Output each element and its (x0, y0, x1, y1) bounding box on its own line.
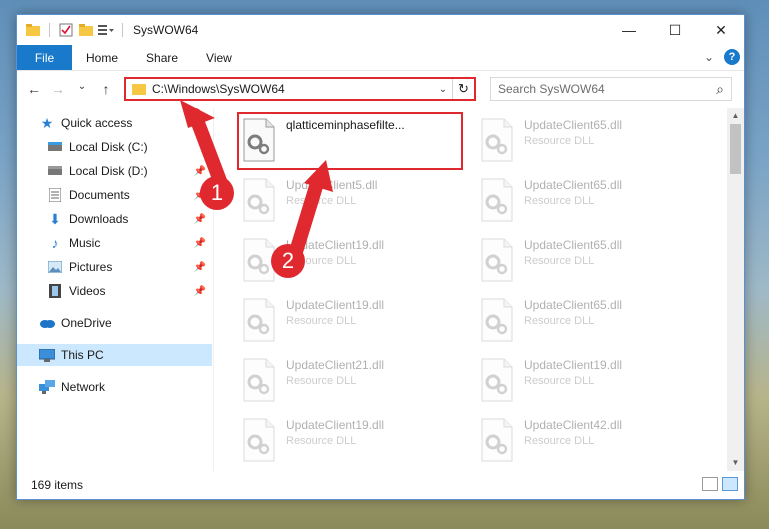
annotation-arrows (180, 100, 333, 262)
arrow-2 (288, 160, 333, 262)
step-2-badge: 2 (271, 244, 305, 278)
step-1-badge: 1 (200, 176, 234, 210)
